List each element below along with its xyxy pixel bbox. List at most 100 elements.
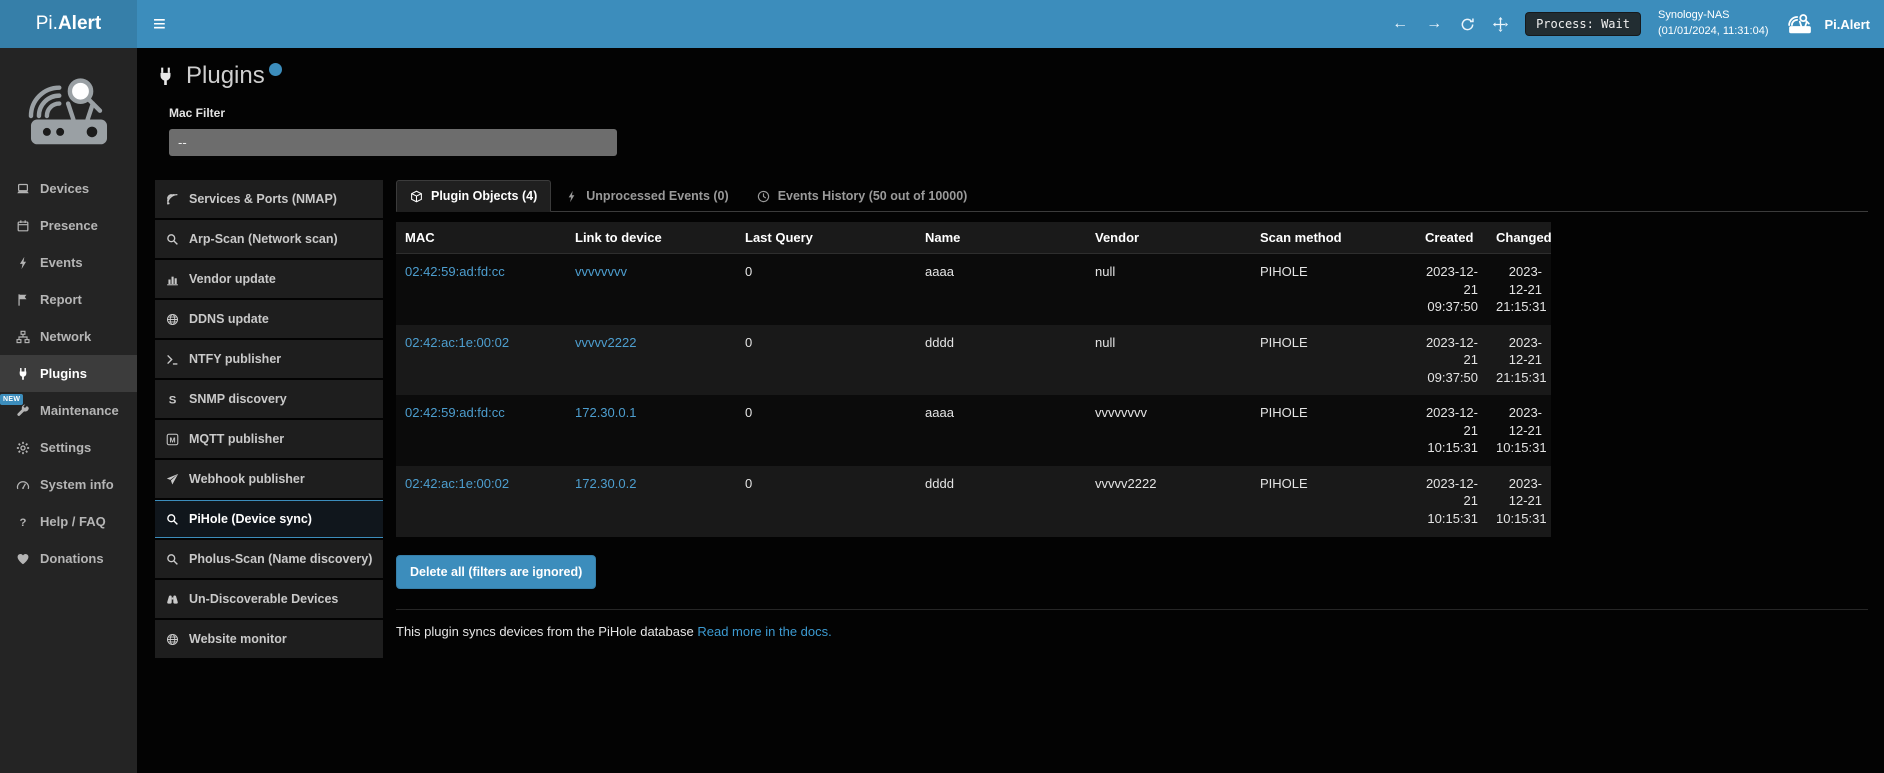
- plugin-item-pholus-scan-name-discovery[interactable]: Pholus-Scan (Name discovery): [155, 540, 383, 578]
- question-icon: ?: [15, 515, 31, 529]
- tab-unprocessed-events-0[interactable]: Unprocessed Events (0): [551, 180, 742, 212]
- mqtt-icon: M: [165, 433, 180, 446]
- cell-link-to-device[interactable]: vvvvvvvv: [566, 254, 736, 325]
- plugin-item-services-ports-nmap[interactable]: Services & Ports (NMAP): [155, 180, 383, 218]
- sidebar-item-events[interactable]: Events: [0, 244, 137, 281]
- plugin-item-mqtt-publisher[interactable]: MMQTT publisher: [155, 420, 383, 458]
- column-header-name[interactable]: Name: [916, 222, 1086, 254]
- column-header-scan-method[interactable]: Scan method: [1251, 222, 1416, 254]
- svg-text:S: S: [169, 394, 177, 406]
- sidebar-item-system-info[interactable]: System info: [0, 466, 137, 503]
- header-right-cluster: ←→ Process: Wait Synology-NAS (01/01/202…: [1392, 8, 1884, 40]
- laptop-icon: [15, 182, 31, 196]
- app-logo[interactable]: Pi.Alert: [0, 0, 137, 48]
- plug-icon: [15, 367, 31, 381]
- tab-label: Unprocessed Events (0): [586, 189, 728, 203]
- cell-mac[interactable]: 02:42:59:ad:fd:cc: [396, 395, 566, 466]
- network-icon: [15, 330, 31, 344]
- plugin-item-webhook-publisher[interactable]: Webhook publisher: [155, 460, 383, 498]
- search-icon: [165, 513, 180, 526]
- app-logo-text: Pi.: [36, 13, 58, 35]
- cell-mac[interactable]: 02:42:59:ad:fd:cc: [396, 254, 566, 325]
- plugin-item-label: Un-Discoverable Devices: [189, 592, 338, 606]
- sidebar-item-presence[interactable]: Presence: [0, 207, 137, 244]
- sidebar-item-devices[interactable]: Devices: [0, 170, 137, 207]
- plug-icon: [155, 66, 176, 87]
- table-body: 02:42:59:ad:fd:ccvvvvvvvv0aaaanullPIHOLE…: [396, 254, 1551, 537]
- plugin-item-un-discoverable-devices[interactable]: Un-Discoverable Devices: [155, 580, 383, 618]
- column-header-mac[interactable]: MAC: [396, 222, 566, 254]
- cell-created: 2023-12-21 09:37:50: [1416, 325, 1487, 396]
- cell-mac[interactable]: 02:42:ac:1e:00:02: [396, 466, 566, 537]
- hamburger-icon[interactable]: ≡: [137, 0, 182, 48]
- paper-plane-icon: [165, 473, 180, 486]
- plugin-item-ntfy-publisher[interactable]: NTFY publisher: [155, 340, 383, 378]
- plugin-detail-panel: Plugin Objects (4) Unprocessed Events (0)…: [396, 180, 1868, 639]
- plugin-item-ddns-update[interactable]: DDNS update: [155, 300, 383, 338]
- sidebar-item-network[interactable]: Network: [0, 318, 137, 355]
- plugin-item-label: SNMP discovery: [189, 392, 287, 406]
- sidebar-item-report[interactable]: Report: [0, 281, 137, 318]
- forward-icon[interactable]: →: [1426, 16, 1442, 32]
- sidebar-item-plugins[interactable]: Plugins: [0, 355, 137, 392]
- mac-filter-label: Mac Filter: [169, 106, 1868, 120]
- plugin-item-label: Arp-Scan (Network scan): [189, 232, 338, 246]
- cell-name: dddd: [916, 466, 1086, 537]
- docs-link[interactable]: Read more in the docs.: [697, 624, 831, 639]
- back-icon[interactable]: ←: [1392, 16, 1408, 32]
- plugin-description-text: This plugin syncs devices from the PiHol…: [396, 624, 694, 639]
- cell-name: aaaa: [916, 254, 1086, 325]
- box-icon: [410, 190, 423, 203]
- cell-link-to-device[interactable]: 172.30.0.2: [566, 466, 736, 537]
- plugin-item-label: Pholus-Scan (Name discovery): [189, 552, 372, 566]
- brand-name: Pi.Alert: [1824, 17, 1870, 32]
- cell-name: dddd: [916, 325, 1086, 396]
- tab-events-history-50-out-of-10000[interactable]: Events History (50 out of 10000): [743, 180, 982, 212]
- snmp-icon: S: [165, 393, 180, 406]
- delete-all-button[interactable]: Delete all (filters are ignored): [396, 555, 596, 589]
- refresh-icon[interactable]: [1460, 17, 1475, 32]
- sidebar-item-label: Plugins: [40, 366, 87, 381]
- sidebar-item-settings[interactable]: Settings: [0, 429, 137, 466]
- heart-icon: [15, 552, 31, 566]
- column-header-vendor[interactable]: Vendor: [1086, 222, 1251, 254]
- column-header-last-query[interactable]: Last Query: [736, 222, 916, 254]
- mac-filter-input[interactable]: [169, 129, 617, 156]
- sidebar-item-help-faq[interactable]: ?Help / FAQ: [0, 503, 137, 540]
- globe-icon: [165, 633, 180, 646]
- clock-icon: [757, 190, 770, 203]
- plugin-list: Services & Ports (NMAP) Arp-Scan (Network…: [155, 180, 383, 660]
- new-badge: NEW: [0, 394, 23, 405]
- plugin-item-snmp-discovery[interactable]: S SNMP discovery: [155, 380, 383, 418]
- plugin-item-label: PiHole (Device sync): [189, 512, 312, 526]
- plugin-item-pihole-device-sync[interactable]: PiHole (Device sync): [155, 500, 383, 538]
- plugin-item-vendor-update[interactable]: Vendor update: [155, 260, 383, 298]
- table-row: 02:42:59:ad:fd:ccvvvvvvvv0aaaanullPIHOLE…: [396, 254, 1551, 325]
- column-header-created[interactable]: Created: [1416, 222, 1487, 254]
- cell-link-to-device[interactable]: vvvvv2222: [566, 325, 736, 396]
- column-header-changed[interactable]: Changed: [1487, 222, 1551, 254]
- sidebar-item-label: Donations: [40, 551, 104, 566]
- column-header-link-to-device[interactable]: Link to device: [566, 222, 736, 254]
- help-badge[interactable]: [269, 63, 282, 76]
- tab-plugin-objects-4[interactable]: Plugin Objects (4): [396, 180, 551, 212]
- plugin-item-label: Vendor update: [189, 272, 276, 286]
- sidebar-item-donations[interactable]: Donations: [0, 540, 137, 577]
- svg-text:?: ?: [20, 516, 27, 528]
- page-title-text: Plugins: [186, 62, 265, 90]
- move-icon[interactable]: [1493, 17, 1508, 32]
- plugin-item-label: Website monitor: [189, 632, 287, 646]
- table-head-row: MACLink to deviceLast QueryNameVendorSca…: [396, 222, 1551, 254]
- sidebar-item-label: Events: [40, 255, 83, 270]
- cell-link-to-device[interactable]: 172.30.0.1: [566, 395, 736, 466]
- plugin-item-arp-scan-network-scan[interactable]: Arp-Scan (Network scan): [155, 220, 383, 258]
- sidebar-item-maintenance[interactable]: NEWMaintenance: [0, 392, 137, 429]
- plugin-objects-table: MACLink to deviceLast QueryNameVendorSca…: [396, 222, 1551, 537]
- plugin-item-website-monitor[interactable]: Website monitor: [155, 620, 383, 658]
- cell-mac[interactable]: 02:42:ac:1e:00:02: [396, 325, 566, 396]
- sidebar-item-label: Presence: [40, 218, 98, 233]
- gauge-icon: [15, 478, 31, 492]
- table-row: 02:42:ac:1e:00:02vvvvv22220ddddnullPIHOL…: [396, 325, 1551, 396]
- cell-last-query: 0: [736, 395, 916, 466]
- cell-name: aaaa: [916, 395, 1086, 466]
